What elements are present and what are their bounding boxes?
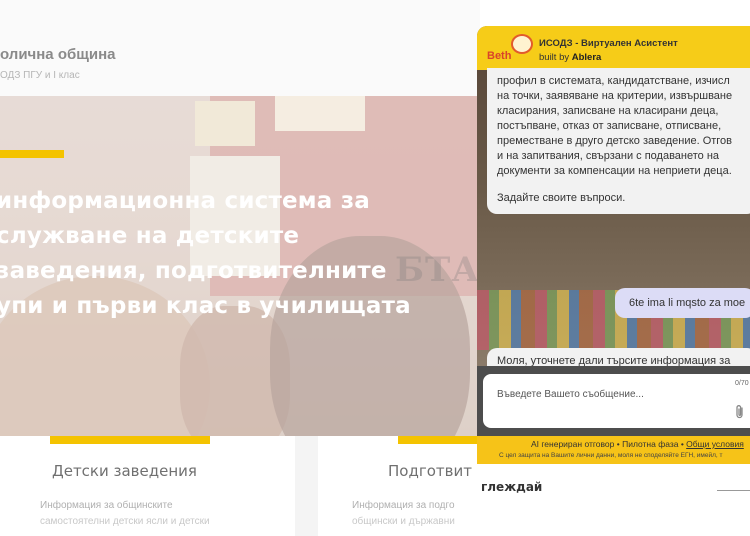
terms-link[interactable]: Общи условия bbox=[686, 439, 744, 449]
logo-text: Beth bbox=[487, 50, 512, 62]
card-kindergartens[interactable]: Детски заведения Информация за общинскит… bbox=[0, 436, 295, 536]
divider bbox=[717, 490, 750, 491]
card-accent-bar bbox=[50, 436, 210, 444]
card-accent-bar bbox=[398, 436, 480, 444]
page: олична община ОДЗ ПГУ и I клас информаци… bbox=[0, 0, 750, 536]
site-title[interactable]: олична община bbox=[0, 46, 116, 63]
logo-face bbox=[511, 34, 533, 54]
bot-message-text: профил в системата, кандидатстване, изчи… bbox=[497, 75, 733, 177]
category-cards: Детски заведения Информация за общинскит… bbox=[0, 436, 480, 536]
char-counter: 0/70 bbox=[735, 380, 749, 387]
hero-accent-bar bbox=[0, 150, 64, 158]
beth-logo-icon: Beth bbox=[483, 34, 533, 64]
paperclip-icon[interactable] bbox=[733, 404, 747, 420]
hero-headline-line: служване на детските bbox=[0, 223, 300, 249]
bta-watermark: БТА bbox=[395, 250, 481, 290]
below-chat-section: глеждай bbox=[477, 464, 750, 536]
card-description: общински и държавни bbox=[352, 516, 455, 527]
card-title: Детски заведения bbox=[52, 462, 197, 480]
card-preparatory[interactable]: Подготвит Информация за подго общински и… bbox=[318, 436, 480, 536]
bot-message: профил в системата, кандидатстване, изчи… bbox=[487, 68, 750, 214]
chat-built-by: built by Ablera bbox=[539, 52, 601, 63]
bot-message-prompt: Задайте своите въпроси. bbox=[497, 192, 626, 204]
chat-footer: AI генериран отговор • Пилотна фаза • Об… bbox=[477, 436, 750, 464]
user-message: 6te ima li mqsto za moe bbox=[615, 288, 750, 318]
card-description: Информация за общинските bbox=[40, 500, 173, 511]
built-prefix: built by bbox=[539, 52, 572, 63]
built-brand[interactable]: Ablera bbox=[572, 52, 602, 63]
privacy-notice: С цел защита на Вашите лични данни, моля… bbox=[499, 452, 723, 459]
chat-title: ИСОДЗ - Виртуален Асистент bbox=[539, 38, 678, 49]
chat-message-input[interactable]: Въведете Вашето съобщение... 0/70 bbox=[483, 374, 750, 428]
card-description: самостоятелни детски ясли и детски bbox=[40, 516, 210, 527]
browse-label[interactable]: глеждай bbox=[481, 480, 542, 494]
hero-headline-line: упи и първи клас в училищата bbox=[0, 293, 411, 319]
chat-input-area: Въведете Вашето съобщение... 0/70 bbox=[477, 366, 750, 436]
hero-headline-line: информационна система за bbox=[0, 188, 371, 214]
chat-disclaimer: AI генериран отговор • Пилотна фаза • Об… bbox=[531, 439, 744, 449]
chat-header: Beth ИСОДЗ - Виртуален Асистент built by… bbox=[477, 26, 750, 70]
site-header: олична община ОДЗ ПГУ и I клас bbox=[0, 0, 480, 96]
virtual-assistant-widget: Beth ИСОДЗ - Виртуален Асистент built by… bbox=[477, 26, 750, 464]
card-title: Подготвит bbox=[388, 462, 472, 480]
chat-input-placeholder: Въведете Вашето съобщение... bbox=[497, 389, 644, 400]
disclaimer-text: AI генериран отговор • Пилотна фаза • bbox=[531, 439, 687, 449]
site-subtitle: ОДЗ ПГУ и I клас bbox=[0, 70, 80, 81]
card-description: Информация за подго bbox=[352, 500, 455, 511]
chat-messages[interactable]: профил в системата, кандидатстване, изчи… bbox=[477, 68, 750, 390]
